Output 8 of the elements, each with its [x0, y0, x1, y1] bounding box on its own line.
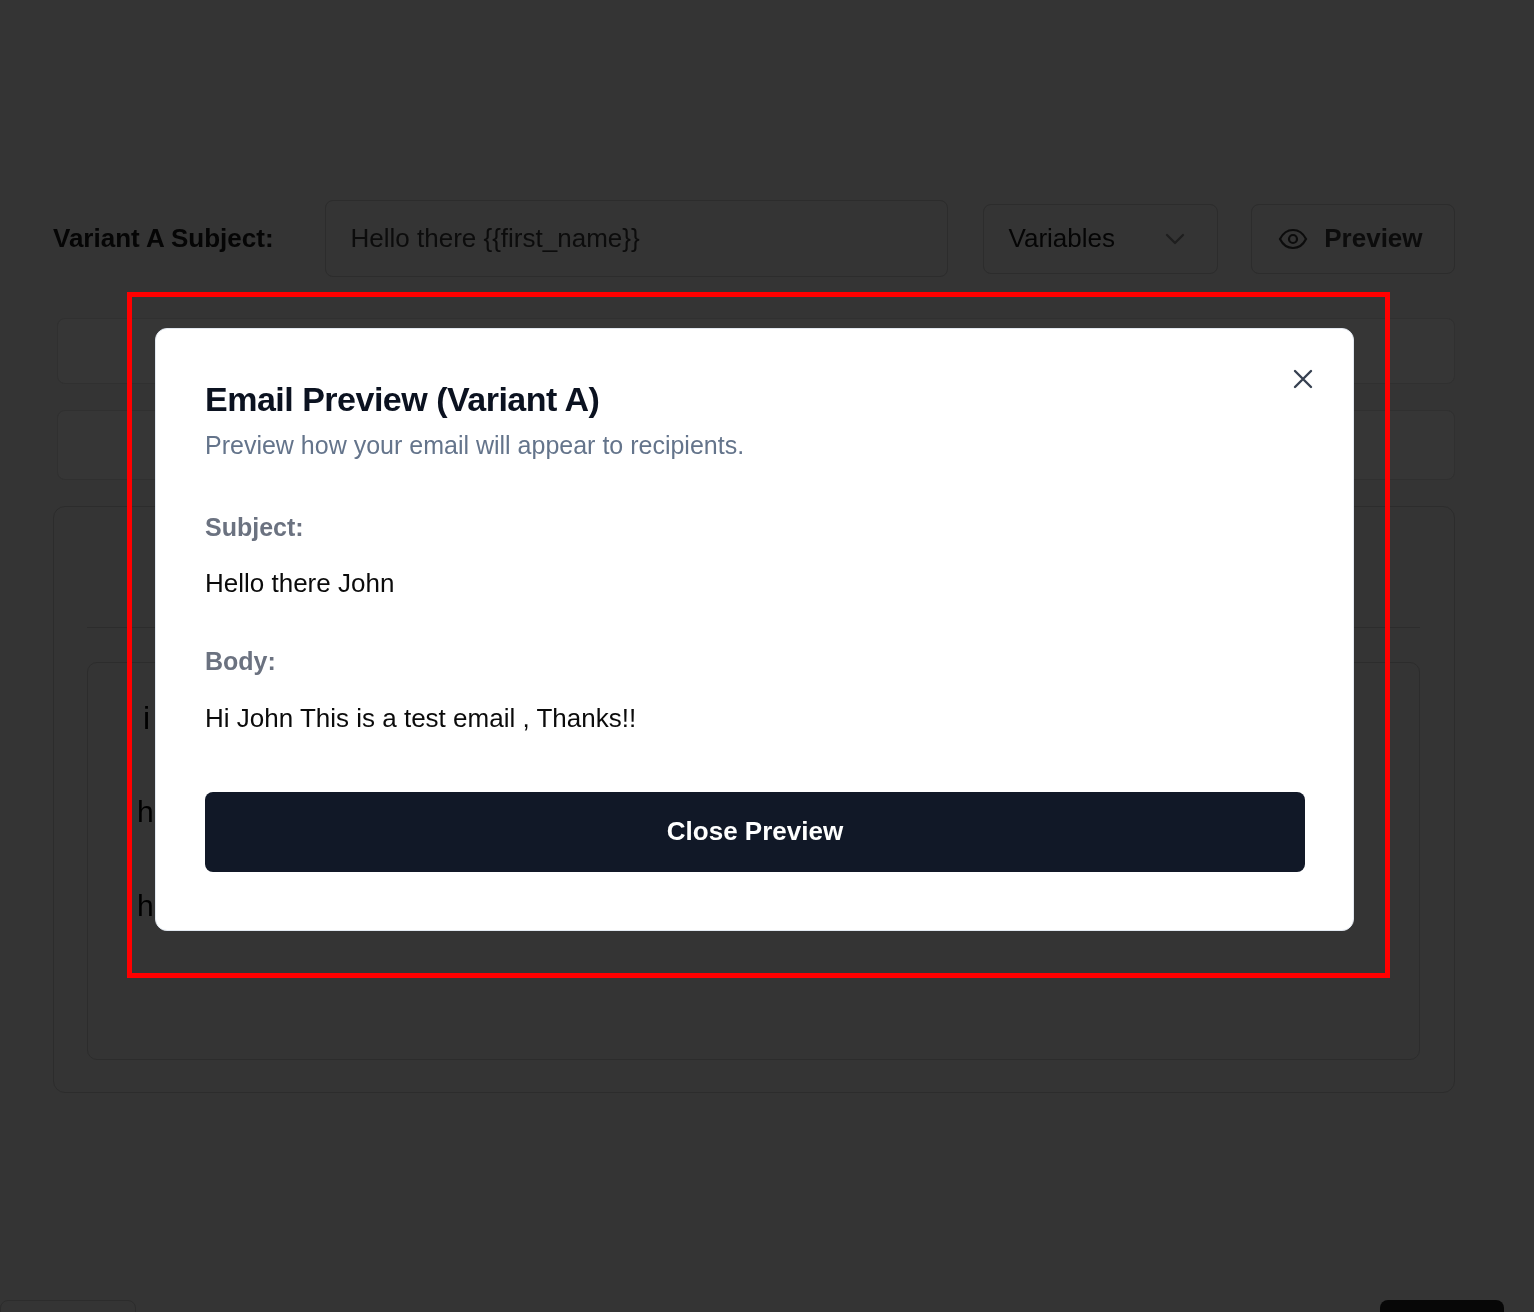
preview-label: Body: [205, 646, 277, 677]
preview-label: Subject: [205, 511, 305, 543]
eye-icon [1278, 227, 1309, 250]
preview-text: Hello there John [205, 567, 396, 600]
preview-text: Hi John This is a test email , Thanks!! [205, 701, 638, 735]
dialog-title: Email Preview (Variant A) [205, 379, 601, 420]
close-preview-button[interactable]: Close Preview [205, 791, 1305, 872]
dialog-description: Preview how your email will appear to recipients. [205, 430, 746, 461]
